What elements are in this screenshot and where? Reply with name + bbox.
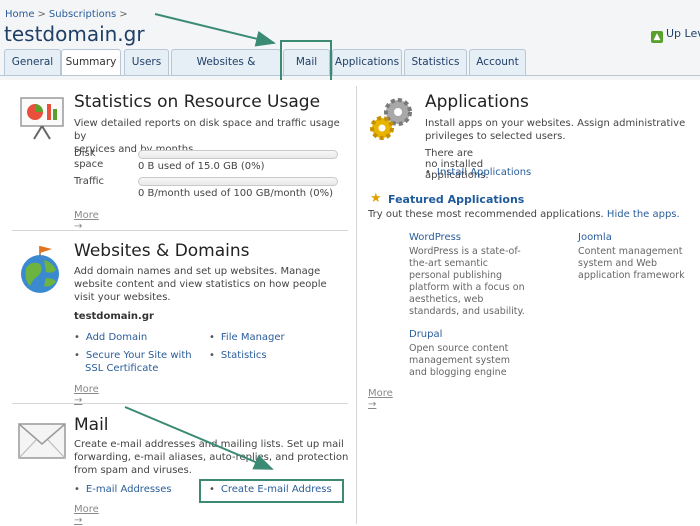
websites-desc-line: Add domain names and set up websites. Ma… xyxy=(74,266,321,277)
featured-description: Try out these most recommended applicati… xyxy=(368,209,680,220)
app-desc-line: and blogging engine xyxy=(409,367,507,378)
section-divider xyxy=(12,403,348,404)
mail-description: Create e-mail addresses and mailing list… xyxy=(74,438,354,477)
bullet: • xyxy=(74,332,80,343)
traffic-bar xyxy=(138,177,338,186)
applications-desc-line: privileges to selected users. xyxy=(425,131,566,142)
app-desc-line: Content management xyxy=(578,246,683,257)
websites-desc-line: visit your websites. xyxy=(74,292,171,303)
featured-desc-text: Try out these most recommended applicati… xyxy=(368,209,604,220)
ssl-certificate-link[interactable]: SSL Certificate xyxy=(85,362,158,375)
tab-applications[interactable]: Applications xyxy=(332,49,402,75)
websites-description: Add domain names and set up websites. Ma… xyxy=(74,265,354,304)
app-desc-line: aesthetics, web xyxy=(409,294,484,305)
secure-site-link[interactable]: • Secure Your Site with xyxy=(74,349,192,362)
applications-more-link[interactable]: More → xyxy=(368,388,393,410)
statistics-label: Statistics xyxy=(220,350,267,361)
globe-flag-icon xyxy=(21,246,59,293)
tab-underline xyxy=(0,75,700,76)
bullet: • xyxy=(425,167,431,178)
add-domain-label: Add Domain xyxy=(85,332,148,343)
mail-desc-line: Create e-mail addresses and mailing list… xyxy=(74,439,344,450)
disk-space-bar xyxy=(138,150,338,159)
add-domain-link[interactable]: • Add Domain xyxy=(74,331,147,344)
create-email-highlight xyxy=(199,479,344,503)
domain-name: testdomain.gr xyxy=(74,311,154,322)
summary-content: Statistics on Resource Usage View detail… xyxy=(4,80,700,526)
mail-desc-line: forwarding, e-mail aliases, auto-replies… xyxy=(74,452,349,463)
up-arrow-icon: ▲ xyxy=(651,31,663,43)
tab-account[interactable]: Account xyxy=(469,49,526,75)
hide-apps-link[interactable]: Hide the apps. xyxy=(607,209,680,220)
joomla-link[interactable]: Joomla xyxy=(578,232,612,243)
header-area: Home > Subscriptions > testdomain.gr ▲ Up Le… xyxy=(0,0,700,93)
tab-websites-domains[interactable]: Websites & Domains xyxy=(171,49,281,93)
envelope-icon xyxy=(18,423,66,459)
stats-more-link[interactable]: More → xyxy=(74,210,99,232)
wordpress-link[interactable]: WordPress xyxy=(409,232,461,243)
bullet: • xyxy=(209,332,215,343)
stats-title: Statistics on Resource Usage xyxy=(74,92,321,112)
tab-summary[interactable]: Summary xyxy=(61,49,121,76)
websites-desc-line: website content and view statistics on h… xyxy=(74,279,327,290)
app-desc-line: application framework xyxy=(578,270,685,281)
app-desc-line: platform with a focus on xyxy=(409,282,525,293)
disk-space-label: Disk space xyxy=(74,148,104,170)
drupal-link[interactable]: Drupal xyxy=(409,329,442,340)
breadcrumb-separator: > xyxy=(37,9,46,20)
breadcrumb-subscriptions[interactable]: Subscriptions xyxy=(49,9,116,20)
file-manager-label: File Manager xyxy=(220,332,285,343)
section-divider xyxy=(12,230,348,231)
presentation-chart-icon xyxy=(20,97,64,140)
applications-title: Applications xyxy=(425,92,529,112)
tab-general[interactable]: General xyxy=(4,49,61,75)
column-divider xyxy=(356,86,357,524)
up-level-label: Up Level xyxy=(666,27,700,40)
app-desc-line: personal publishing xyxy=(409,270,503,281)
mail-tab-highlight xyxy=(280,40,332,83)
file-manager-link[interactable]: • File Manager xyxy=(209,331,285,344)
disk-space-value: 0 B used of 15.0 GB (0%) xyxy=(138,161,265,172)
bullet: • xyxy=(209,350,215,361)
mail-title: Mail xyxy=(74,415,109,435)
bullet: • xyxy=(74,484,80,495)
traffic-label: Traffic xyxy=(74,176,105,187)
bullet: • xyxy=(74,350,80,361)
breadcrumb: Home > Subscriptions > xyxy=(5,9,131,20)
stats-desc-line: View detailed reports on disk space and … xyxy=(74,118,340,142)
mail-desc-line: from spam and viruses. xyxy=(74,465,192,476)
tab-statistics[interactable]: Statistics xyxy=(404,49,467,75)
app-desc-line: management system xyxy=(409,355,511,366)
featured-applications-title: Featured Applications xyxy=(388,193,525,206)
star-icon: ★ xyxy=(370,191,382,206)
up-level-link[interactable]: ▲Up Level xyxy=(651,27,700,43)
statistics-link[interactable]: • Statistics xyxy=(209,349,267,362)
gears-icon xyxy=(370,98,412,140)
email-addresses-link[interactable]: • E-mail Addresses xyxy=(74,483,172,496)
app-desc-line: WordPress is a state-of- xyxy=(409,246,521,257)
app-desc-line: Open source content xyxy=(409,343,509,354)
email-addresses-label: E-mail Addresses xyxy=(85,484,172,495)
breadcrumb-separator: > xyxy=(119,9,128,20)
app-desc-line: system and Web xyxy=(578,258,657,269)
app-desc-line: the-art semantic xyxy=(409,258,488,269)
tab-users[interactable]: Users xyxy=(124,49,169,75)
mail-more-link[interactable]: More → xyxy=(74,504,99,526)
websites-title: Websites & Domains xyxy=(74,241,250,261)
install-applications-link[interactable]: • Install Applications xyxy=(425,166,531,179)
joomla-description: Content management system and Web applic… xyxy=(578,246,696,282)
traffic-value: 0 B/month used of 100 GB/month (0%) xyxy=(138,188,333,199)
applications-description: Install apps on your websites. Assign ad… xyxy=(425,117,700,143)
applications-desc-line: Install apps on your websites. Assign ad… xyxy=(425,118,686,129)
secure-site-label: Secure Your Site with xyxy=(85,350,192,361)
breadcrumb-home[interactable]: Home xyxy=(5,9,35,20)
drupal-description: Open source content management system an… xyxy=(409,343,534,379)
app-desc-line: standards, and usability. xyxy=(409,306,525,317)
page-title: testdomain.gr xyxy=(4,22,145,46)
install-applications-label: Install Applications xyxy=(436,167,532,178)
wordpress-description: WordPress is a state-of- the-art semanti… xyxy=(409,246,534,318)
